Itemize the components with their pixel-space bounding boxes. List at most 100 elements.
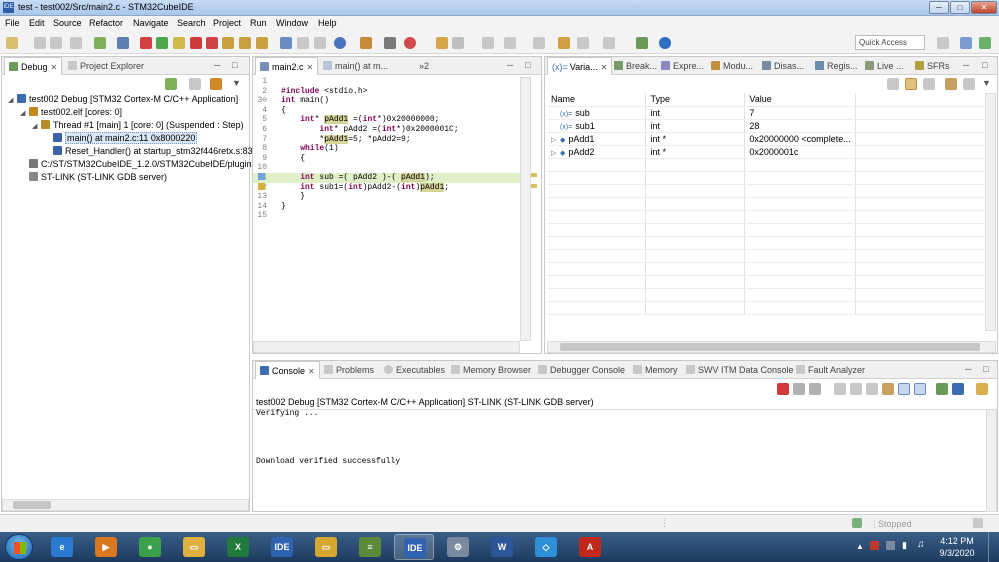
tray-expand-icon[interactable]: ▲ <box>856 542 864 551</box>
scroll-lock-icon[interactable] <box>850 383 862 395</box>
menu-source[interactable]: Source <box>53 18 82 28</box>
code-editor[interactable]: 1 2 #include <stdio.h> 3⊖ int main() 4{5 int*… <box>253 77 521 339</box>
code-line[interactable]: 11 int sub =( pAdd2 )-( pAdd1); <box>253 172 521 183</box>
column-header-name[interactable]: Name <box>547 93 647 107</box>
step-over-icon[interactable] <box>239 37 251 49</box>
taskbar-item-ide1[interactable]: IDE <box>262 534 302 560</box>
clock-date[interactable]: 9/3/2020 <box>937 548 977 558</box>
external-tools-icon[interactable] <box>452 37 464 49</box>
prev-annotation-icon[interactable] <box>533 37 545 49</box>
code-line[interactable]: 14} <box>253 202 521 212</box>
taskbar-item-folder[interactable]: ▭ <box>306 534 346 560</box>
restart-icon[interactable] <box>297 37 309 49</box>
debug-horizontal-scrollbar[interactable] <box>2 499 249 511</box>
open-console-icon[interactable] <box>976 383 988 395</box>
variable-value[interactable]: 28 <box>744 119 856 133</box>
taskbar-item-excel[interactable]: X <box>218 534 258 560</box>
menu-refactor[interactable]: Refactor <box>89 18 123 28</box>
variables-vertical-scrollbar[interactable] <box>985 93 996 331</box>
taskbar-item-chrome[interactable]: ● <box>130 534 170 560</box>
taskbar-item-vscode[interactable]: ◇ <box>526 534 566 560</box>
tab-project-explorer[interactable]: Project Explorer <box>68 57 144 75</box>
table-row[interactable]: (x)= sub1 int 28 <box>547 119 984 133</box>
tree-item[interactable]: ◢ test002 Debug [STM32 Cortex-M C/C++ App… <box>8 93 248 106</box>
step-filter-icon[interactable] <box>210 78 222 90</box>
minimize-button[interactable]: ─ <box>929 1 949 14</box>
terminate-console-icon[interactable] <box>777 383 789 395</box>
expand-toggle-icon[interactable]: ◢ <box>8 95 17 107</box>
column-header-type[interactable]: Type <box>645 93 746 107</box>
menu-project[interactable]: Project <box>213 18 241 28</box>
clear-console-icon[interactable] <box>834 383 846 395</box>
code-line[interactable]: 9 { <box>253 154 521 164</box>
tray-network-icon[interactable] <box>886 541 895 550</box>
maximize-button[interactable]: □ <box>950 1 970 14</box>
code-line[interactable]: 1 <box>253 77 521 87</box>
print-icon[interactable] <box>70 37 82 49</box>
table-row[interactable]: ▷ ◆ pAdd1 int * 0x20000000 <complete... <box>547 132 984 146</box>
gear-icon[interactable] <box>360 37 372 49</box>
view-menu-chevron-down-icon[interactable]: ▼ <box>232 79 241 88</box>
scrollbar-thumb[interactable] <box>560 343 980 351</box>
menu-edit[interactable]: Edit <box>29 18 45 28</box>
tab-breakpoints[interactable]: Break... <box>614 57 657 75</box>
expand-icon[interactable]: ▷ <box>551 136 560 144</box>
tray-app-icon[interactable] <box>870 541 879 550</box>
resume-icon[interactable] <box>156 37 168 49</box>
run-config-icon[interactable] <box>404 37 416 49</box>
refresh-debug-icon[interactable] <box>165 78 177 90</box>
info-icon[interactable] <box>659 37 671 49</box>
table-row[interactable]: ▷ ◆ pAdd2 int * 0x2000001c <box>547 145 984 159</box>
tree-item[interactable]: main() at main2.c:11 0x8000220 <box>8 132 248 145</box>
start-button[interactable] <box>5 534 33 560</box>
code-line[interactable]: 7 *pAdd1=5; *pAdd2=9; <box>253 134 521 145</box>
maximize-view-icon[interactable]: □ <box>982 61 987 70</box>
show-stdout-icon[interactable] <box>898 383 910 395</box>
variable-value[interactable]: 0x20000000 <complete... <box>744 132 856 146</box>
editor-horizontal-scrollbar[interactable] <box>253 341 520 353</box>
minimize-view-icon[interactable]: ─ <box>963 61 969 70</box>
save-icon[interactable] <box>34 37 46 49</box>
expand-icon[interactable]: ▷ <box>551 149 560 157</box>
minimize-view-icon[interactable]: ─ <box>507 61 513 70</box>
menu-search[interactable]: Search <box>177 18 206 28</box>
tree-item[interactable]: ◢ Thread #1 [main] 1 [core: 0] (Suspended… <box>8 119 248 132</box>
debug-config-icon[interactable] <box>384 37 396 49</box>
step-return-icon[interactable] <box>256 37 268 49</box>
menu-help[interactable]: Help <box>318 18 337 28</box>
forward-icon[interactable] <box>603 37 615 49</box>
maximize-view-icon[interactable]: □ <box>232 61 237 70</box>
tab-variables[interactable]: (x)= Varia... ✕ <box>547 57 613 75</box>
tab-fault-analyzer[interactable]: Fault Analyzer <box>796 361 865 379</box>
view-menu-chevron-down-icon[interactable]: ▼ <box>982 79 991 88</box>
tab-registers[interactable]: Regis... <box>815 57 858 75</box>
taskbar-item-tool[interactable]: ≡ <box>350 534 390 560</box>
tab-executables[interactable]: Executables <box>384 361 445 379</box>
variables-horizontal-scrollbar[interactable] <box>547 341 996 353</box>
tab-problems[interactable]: Problems <box>324 361 374 379</box>
back-icon[interactable] <box>577 37 589 49</box>
open-perspective-icon[interactable] <box>636 37 648 49</box>
show-type-names-icon[interactable] <box>887 78 899 90</box>
tab-debugger-console[interactable]: Debugger Console <box>538 361 625 379</box>
remove-all-terminated-icon[interactable] <box>809 383 821 395</box>
tray-signal-icon[interactable]: ▮ <box>902 540 907 551</box>
table-row[interactable]: (x)= sub int 7 <box>547 106 984 120</box>
collapse-all-icon[interactable] <box>923 78 935 90</box>
save-all-icon[interactable] <box>50 37 62 49</box>
tree-item[interactable]: Reset_Handler() at startup_stm32f446retx… <box>8 145 260 158</box>
expand-toggle-icon[interactable]: ◢ <box>32 121 41 133</box>
next-annotation-icon[interactable] <box>504 37 516 49</box>
quick-access-input[interactable]: Quick Access <box>855 35 925 50</box>
expand-toggle-icon[interactable]: ◢ <box>20 108 29 120</box>
tab-memory-browser[interactable]: Memory Browser <box>451 361 531 379</box>
tab-disassembly[interactable]: Disas... <box>762 57 804 75</box>
minimize-view-icon[interactable]: ─ <box>214 61 220 70</box>
add-global-variables-icon[interactable] <box>945 78 957 90</box>
tree-item[interactable]: ST-LINK (ST-LINK GDB server) <box>8 171 248 184</box>
export-icon[interactable] <box>963 78 975 90</box>
tab-live-expressions[interactable]: Live ... <box>865 57 904 75</box>
menu-window[interactable]: Window <box>276 18 308 28</box>
code-line[interactable]: 12 int sub1=(int)pAdd2-(int)pAdd1; <box>253 182 521 193</box>
show-desktop-button[interactable] <box>988 532 999 562</box>
